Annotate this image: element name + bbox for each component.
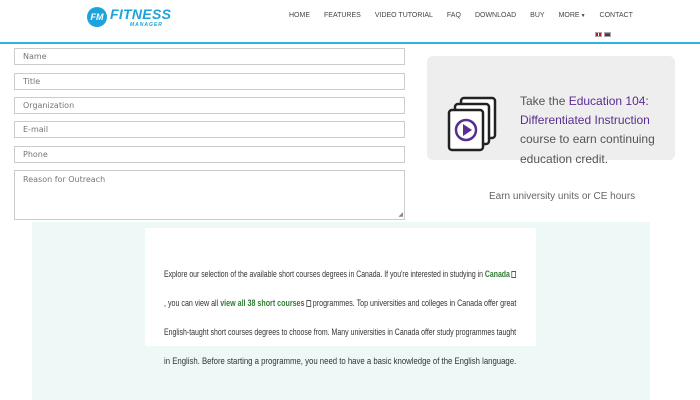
nav-contact[interactable]: CONTACT	[600, 12, 633, 19]
nav-more[interactable]: MORE▼	[559, 12, 586, 19]
canada-link[interactable]: Canada	[485, 269, 510, 279]
external-link-icon	[511, 271, 516, 278]
nav-buy[interactable]: BUY	[530, 12, 544, 19]
info-line-2-post: programmes. Top universities and college…	[310, 298, 517, 308]
resize-handle-icon[interactable]: ◢	[398, 211, 403, 218]
promo-text-pre: Take the	[520, 94, 569, 108]
nav-home[interactable]: HOME	[289, 12, 310, 19]
nav-features[interactable]: FEATURES	[324, 12, 361, 19]
alternate-language-flag-icon[interactable]	[604, 32, 611, 37]
ce-hours-note: Earn university units or CE hours	[489, 191, 636, 202]
logo-name: FITNESS	[110, 6, 172, 22]
nav-video-tutorial[interactable]: VIDEO TUTORIAL	[375, 12, 433, 19]
promo-text: Take the Education 104: Differentiated I…	[520, 92, 670, 169]
info-line-2: , you can view all view all 38 short cou…	[164, 298, 516, 308]
phone-field[interactable]	[14, 146, 405, 163]
nav-download[interactable]: DOWNLOAD	[475, 12, 516, 19]
info-line-4: in English. Before starting a programme,…	[164, 356, 517, 366]
name-field[interactable]	[14, 48, 405, 65]
course-promo-card[interactable]: Take the Education 104: Differentiated I…	[427, 56, 675, 166]
nav-faq[interactable]: FAQ	[447, 12, 461, 19]
reason-for-outreach-field[interactable]: Reason for Outreach ◢	[14, 170, 405, 220]
info-line-2-text: , you can view all	[164, 298, 221, 308]
site-header: FM FITNESS MANAGER HOME FEATURES VIDEO T…	[0, 0, 700, 44]
email-field[interactable]	[14, 121, 405, 138]
info-line-1-text: Explore our selection of the available s…	[164, 269, 485, 279]
organization-field[interactable]	[14, 97, 405, 114]
logo-sub: MANAGER	[130, 22, 163, 28]
video-lessons-icon	[447, 96, 497, 152]
nav-more-label: MORE	[558, 12, 580, 19]
info-line-1: Explore our selection of the available s…	[164, 269, 516, 279]
promo-text-post: course to earn continuing education cred…	[520, 132, 655, 166]
language-switcher	[595, 32, 611, 37]
logo-badge: FM	[87, 7, 107, 27]
logo-wordmark: FITNESS MANAGER	[110, 6, 171, 28]
reason-placeholder: Reason for Outreach	[23, 175, 106, 184]
view-all-courses-link[interactable]: view all 38 short courses	[220, 298, 304, 308]
info-line-3: English-taught short courses degrees to …	[164, 327, 517, 337]
english-flag-icon[interactable]	[595, 32, 602, 37]
main-nav: HOME FEATURES VIDEO TUTORIAL FAQ DOWNLOA…	[289, 12, 647, 19]
caret-down-icon: ▼	[580, 13, 586, 19]
fitness-manager-logo[interactable]: FM FITNESS MANAGER	[87, 6, 171, 28]
title-field[interactable]	[14, 73, 405, 90]
